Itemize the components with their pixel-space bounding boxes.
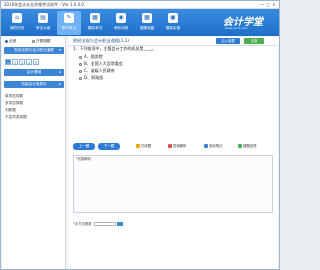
option-b[interactable]: B、全国人大及常委会	[79, 60, 123, 67]
toolbar-syllabus[interactable]: ▤ 考试大纲	[31, 11, 55, 35]
excel-icon: ▣	[168, 13, 178, 23]
radio-selected-icon	[5, 39, 8, 43]
location-icon: ◉	[116, 13, 126, 23]
prev-question-button[interactable]: 上一题	[73, 143, 95, 150]
toolbar-label: 章节练习	[61, 26, 77, 30]
star-icon	[136, 144, 140, 148]
toolbar-final-sprint[interactable]: ◉ 考前冲刺	[109, 11, 133, 35]
edit-icon: ✎	[64, 13, 74, 23]
app-window: 2016年会计从业资格考试软件 - Ver 1.0.0.0 — □ ✕ ⌂ 我的…	[0, 0, 280, 270]
section-accounting-basics[interactable]: 会计基础 ▸	[4, 69, 64, 76]
grid-icon: ▦	[142, 13, 152, 23]
radio-icon	[32, 39, 35, 43]
toolbar-label: 考前冲刺	[113, 26, 129, 30]
radio-icon	[79, 76, 82, 80]
toolbar-my-tasks[interactable]: ⌂ 我的任务	[5, 11, 29, 35]
toolbar-wrong-questions[interactable]: ▦ 错题收藏	[135, 11, 159, 35]
section-computerized-accounting[interactable]: 初级会计电算化 ▸	[4, 81, 64, 88]
toolbar-label: 模拟实操	[165, 26, 181, 30]
note-icon	[204, 144, 208, 148]
radio-icon	[79, 55, 82, 59]
book-icon: ▤	[38, 13, 48, 23]
radio-all[interactable]: 全部	[5, 39, 16, 44]
question-type-judge[interactable]: 判断题	[5, 108, 16, 113]
next-question-button[interactable]: 下一题	[98, 143, 120, 150]
chevron-down-icon: ▾	[59, 48, 61, 52]
toolbar-label: 考试大纲	[35, 26, 51, 30]
chapter-number-3[interactable]: 3	[19, 59, 25, 65]
chapter-number-4[interactable]: 4	[26, 59, 32, 65]
jump-label: *本节总题数	[73, 222, 92, 226]
answer-header: *答题解析	[76, 157, 92, 161]
jump-bar: *本节总题数	[73, 222, 123, 227]
toolbar-label: 我的任务	[9, 26, 25, 30]
radio-wrong-only[interactable]: 只看错题	[32, 39, 50, 44]
feedback-icon	[238, 144, 242, 148]
question-title: 财经法规与会计职业道德(1,1)	[73, 38, 129, 43]
main-toolbar: ⌂ 我的任务 ▤ 考试大纲 ✎ 章节练习 ▦ 模拟考试 ◉ 考前冲刺 ▦ 错题收…	[1, 9, 279, 36]
question-type-indefinite[interactable]: 不定项选择题	[5, 115, 27, 120]
answer-analysis-box: *答题解析	[73, 155, 273, 213]
question-type-single[interactable]: 单项选择题	[5, 94, 23, 99]
answer-analysis-button[interactable]: 答案解析	[168, 143, 187, 150]
chapter-number-2[interactable]: 2	[12, 59, 18, 65]
toolbar-mock-exam[interactable]: ▦ 模拟考试	[83, 11, 107, 35]
option-d[interactable]: D、财政部	[79, 74, 103, 81]
chapter-sidebar: 全部 只看错题 财经法规与会计职业道德 ▾ 会计基础 ▸ 初级会计电算化 ▸ 1 2 …	[2, 37, 66, 269]
option-c[interactable]: C、省级人民政府	[79, 67, 115, 74]
analysis-icon	[168, 144, 172, 148]
jump-input[interactable]	[93, 222, 116, 226]
go-button[interactable]	[116, 222, 123, 226]
add-favorite-button[interactable]: 加入收藏	[216, 38, 240, 44]
add-note-button[interactable]: 添加笔记	[204, 143, 223, 150]
error-feedback-button[interactable]: 错题反馈	[238, 143, 257, 150]
toolbar-chapter-practice[interactable]: ✎ 章节练习	[57, 11, 81, 35]
title-bar: 2016年会计从业资格考试软件 - Ver 1.0.0.0 — □ ✕	[1, 1, 279, 9]
radio-icon	[79, 62, 82, 66]
brand-logo: 会计学堂 www.acc5.com	[219, 12, 275, 32]
toolbar-label: 模拟考试	[87, 26, 103, 30]
chapter-number-1[interactable]: 1	[5, 59, 11, 65]
toolbar-practical[interactable]: ▣ 模拟实操	[161, 11, 185, 35]
toolbar-label: 错题收藏	[139, 26, 155, 30]
submit-button[interactable]: 交卷	[244, 38, 264, 44]
close-button[interactable]: ✕	[271, 2, 277, 7]
favorited-toggle[interactable]: 已收藏	[136, 143, 151, 150]
section-regulations[interactable]: 财经法规与会计职业道德 ▾	[4, 47, 64, 54]
chevron-right-icon: ▸	[59, 82, 61, 86]
home-icon: ⌂	[12, 13, 22, 23]
radio-icon	[79, 69, 82, 73]
question-panel: 财经法规与会计职业道德(1,1) 加入收藏 交卷 1、下列各项中，主管会计工作的…	[68, 37, 278, 269]
logo-subtext: www.acc5.com	[225, 26, 248, 30]
option-a[interactable]: A、国务院	[79, 53, 103, 60]
question-type-multiple[interactable]: 多项选择题	[5, 101, 23, 106]
document-icon: ▦	[90, 13, 100, 23]
question-text: 1、下列各项中，主管会计工作的机关是____。	[73, 46, 156, 51]
chevron-right-icon: ▸	[59, 70, 61, 74]
window-title: 2016年会计从业资格考试软件 - Ver 1.0.0.0	[4, 2, 84, 7]
chapter-number-5[interactable]: 5	[33, 59, 39, 65]
